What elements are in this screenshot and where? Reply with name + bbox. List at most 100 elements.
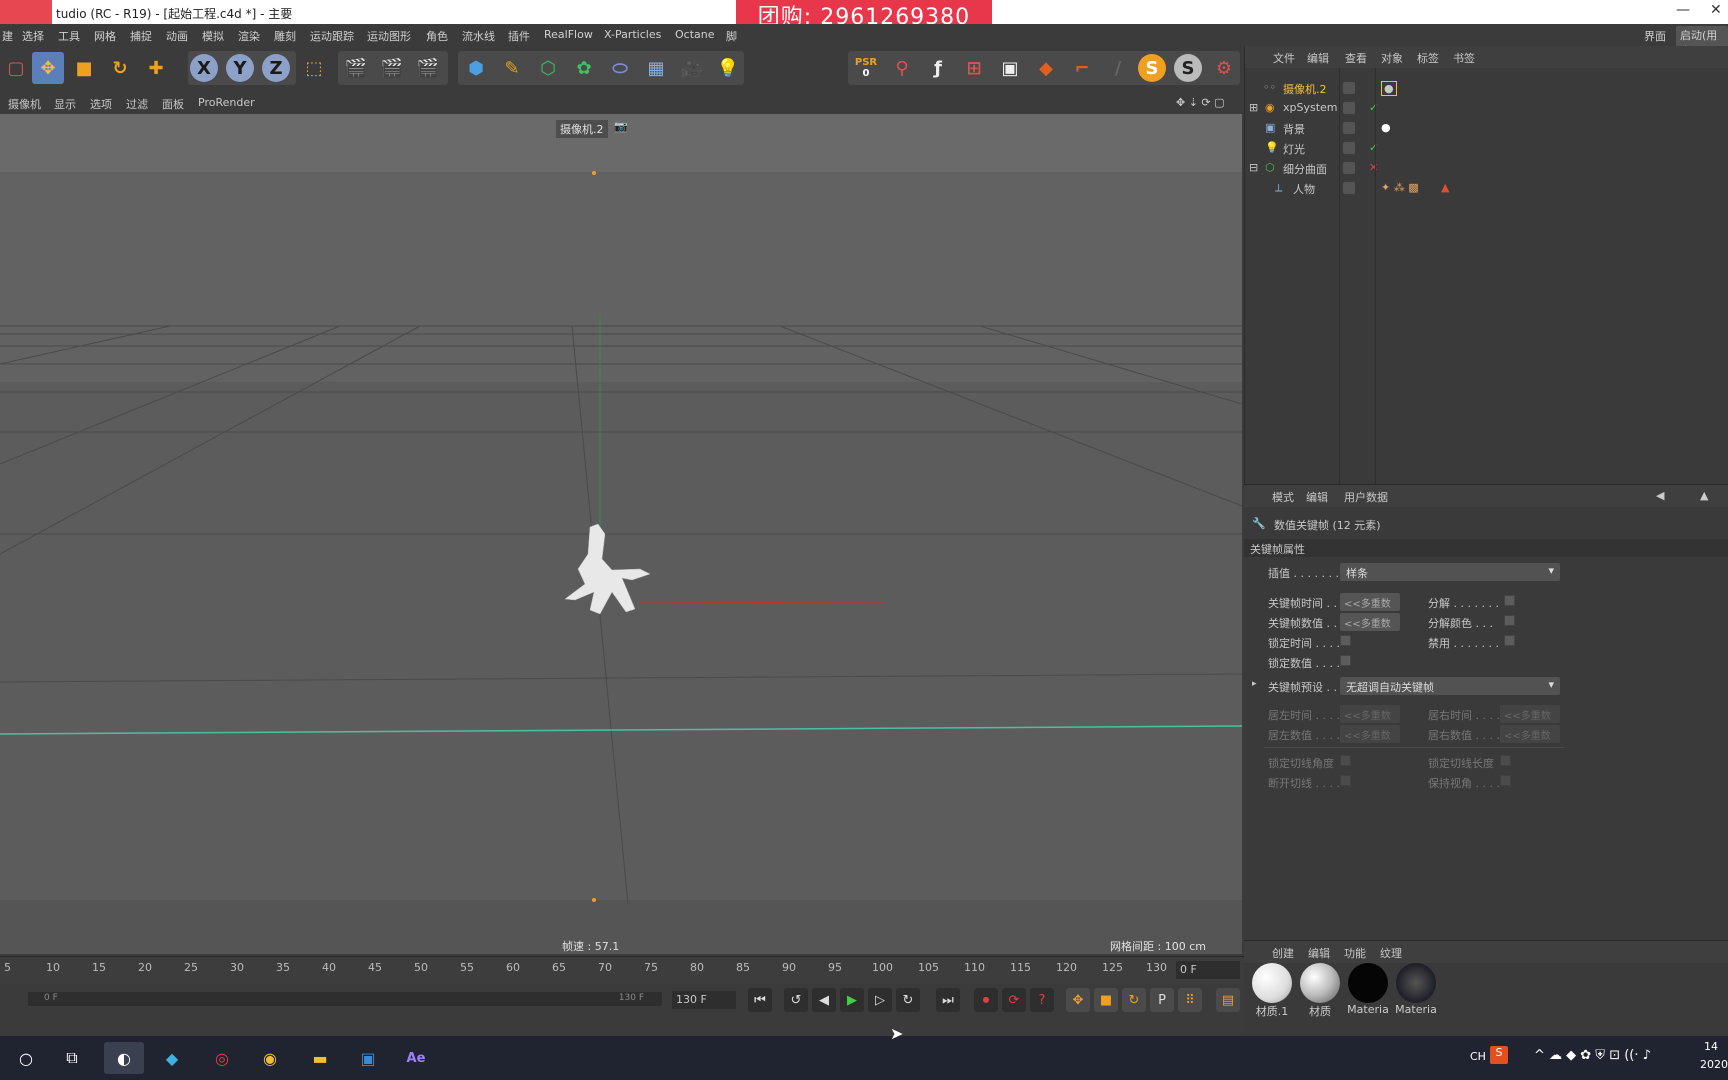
material-swatch[interactable]: Materia bbox=[1394, 963, 1438, 1023]
range-slider[interactable]: 0 F 130 F bbox=[28, 992, 662, 1006]
after-effects-icon[interactable]: Ae bbox=[396, 1042, 436, 1074]
enabled-check-icon[interactable]: ✓ bbox=[1369, 101, 1378, 114]
viewport-menu-item[interactable]: 显示 bbox=[54, 96, 76, 112]
render-settings-icon[interactable]: 🎬 bbox=[412, 52, 444, 84]
om-menu-item[interactable]: 标签 bbox=[1417, 50, 1439, 66]
paint-icon[interactable]: ◆ bbox=[1030, 52, 1062, 84]
layer-toggle-icon[interactable] bbox=[1343, 82, 1355, 94]
key-value-field[interactable]: <<多重数 bbox=[1340, 613, 1400, 631]
menu-item[interactable]: RealFlow bbox=[544, 28, 593, 41]
deformer-icon[interactable]: ⬭ bbox=[604, 52, 636, 84]
cinema4d-taskbar-icon[interactable]: ◐ bbox=[104, 1042, 144, 1074]
cube-icon[interactable]: ⬢ bbox=[460, 52, 492, 84]
menu-item[interactable]: 雕刻 bbox=[274, 28, 296, 44]
menu-item[interactable]: 模拟 bbox=[202, 28, 224, 44]
enabled-check-icon[interactable]: ✓ bbox=[1369, 141, 1378, 154]
key-time-field[interactable]: <<多重数 bbox=[1340, 593, 1400, 611]
tag-icons[interactable]: ✦ ⁂ ▩ bbox=[1381, 181, 1419, 194]
left-time-field[interactable]: <<多重数 bbox=[1340, 705, 1400, 723]
menu-item[interactable]: Octane bbox=[675, 28, 715, 41]
split-checkbox[interactable] bbox=[1504, 595, 1515, 606]
prev-frame-icon[interactable]: ◀ bbox=[812, 988, 836, 1012]
menu-item[interactable]: X-Particles bbox=[604, 28, 661, 41]
mm-menu-item[interactable]: 创建 bbox=[1272, 945, 1294, 961]
magnet-icon[interactable]: ⚲ bbox=[886, 52, 918, 84]
menu-item[interactable]: 运动跟踪 bbox=[310, 28, 354, 44]
axis-x-button[interactable]: X bbox=[190, 54, 218, 82]
xpresso-icon[interactable]: ƒ bbox=[922, 52, 954, 84]
keyframe-selection-icon[interactable]: ? bbox=[1030, 988, 1054, 1012]
disable-checkbox[interactable] bbox=[1504, 635, 1515, 646]
scale-icon[interactable]: ■ bbox=[68, 52, 100, 84]
key-rotation-icon[interactable]: ↻ bbox=[1122, 988, 1146, 1012]
key-position-icon[interactable]: ✥ bbox=[1066, 988, 1090, 1012]
play-icon[interactable]: ▶ bbox=[840, 988, 864, 1012]
material-swatch[interactable]: Materia bbox=[1346, 963, 1390, 1023]
up-arrow-icon[interactable]: ▲ bbox=[1700, 489, 1708, 502]
next-frame-icon[interactable]: ▷ bbox=[868, 988, 892, 1012]
menu-item[interactable]: 运动图形 bbox=[367, 28, 411, 44]
timeline-window-icon[interactable]: ▤ bbox=[1216, 988, 1240, 1012]
camera-icon[interactable]: 📷 bbox=[614, 120, 628, 133]
viewport-nav-icon[interactable]: ✥ ⇣ ⟳ ▢ bbox=[1176, 96, 1225, 109]
file-explorer-icon[interactable]: ▬ bbox=[300, 1042, 340, 1074]
settings-icon[interactable]: ⚙ bbox=[1208, 52, 1240, 84]
om-menu-item[interactable]: 文件 bbox=[1273, 50, 1295, 66]
menu-item[interactable]: 脚 bbox=[726, 28, 737, 44]
menu-item[interactable]: 插件 bbox=[508, 28, 530, 44]
layer-toggle-icon[interactable] bbox=[1343, 122, 1355, 134]
end-frame-field[interactable]: 130 F bbox=[672, 991, 736, 1009]
back-arrow-icon[interactable]: ◀ bbox=[1656, 489, 1664, 502]
left-value-field[interactable]: <<多重数 bbox=[1340, 725, 1400, 743]
viewport-menu-item[interactable]: 选项 bbox=[90, 96, 112, 112]
layer-toggle-icon[interactable] bbox=[1343, 102, 1355, 114]
timeline-ruler[interactable]: 5 10 15 20 25 30 35 40 45 50 55 60 65 70… bbox=[0, 956, 1244, 984]
menu-item[interactable]: 选择 bbox=[22, 28, 44, 44]
tray-icons[interactable]: ^ ☁ ◆ ✿ ⛨ ⊡ ((· ♪ bbox=[1534, 1048, 1651, 1063]
menu-item[interactable]: 建 bbox=[2, 28, 13, 44]
pen-icon[interactable]: ✎ bbox=[496, 52, 528, 84]
lock-time-checkbox[interactable] bbox=[1340, 635, 1351, 646]
material-tag-icon[interactable]: ● bbox=[1381, 121, 1391, 134]
axis-y-button[interactable]: Y bbox=[226, 54, 254, 82]
am-menu-item[interactable]: 用户数据 bbox=[1344, 489, 1388, 505]
camera-icon[interactable]: 🎥 bbox=[676, 52, 708, 84]
menu-item[interactable]: 渲染 bbox=[238, 28, 260, 44]
tag-icon[interactable]: ● bbox=[1381, 81, 1397, 96]
mograph-icon[interactable]: ✿ bbox=[568, 52, 600, 84]
layer-toggle-icon[interactable] bbox=[1343, 142, 1355, 154]
material-swatch[interactable]: 材质.1 bbox=[1250, 963, 1294, 1023]
render-picture-viewer-icon[interactable]: 🎬 bbox=[376, 52, 408, 84]
menu-item[interactable]: 网格 bbox=[94, 28, 116, 44]
expand-icon[interactable]: ⊞ bbox=[1249, 101, 1258, 114]
object-row[interactable]: ⊞ ◉ xpSystem ✓ bbox=[1245, 98, 1728, 118]
plugin-s-button[interactable]: S bbox=[1138, 54, 1166, 82]
menu-item[interactable]: 捕捉 bbox=[130, 28, 152, 44]
menu-item[interactable]: 动画 bbox=[166, 28, 188, 44]
render-view-icon[interactable]: 🎬 bbox=[340, 52, 372, 84]
layer-toggle-icon[interactable] bbox=[1343, 182, 1355, 194]
floor-icon[interactable]: ▦ bbox=[640, 52, 672, 84]
sketch-icon[interactable]: ▣ bbox=[994, 52, 1026, 84]
viewport-menu-item[interactable]: ProRender bbox=[198, 96, 255, 109]
split-color-checkbox[interactable] bbox=[1504, 615, 1515, 626]
menu-item[interactable]: 工具 bbox=[58, 28, 80, 44]
sogou-ime-icon[interactable]: S bbox=[1490, 1046, 1508, 1064]
expand-arrow-icon[interactable]: ▸ bbox=[1252, 679, 1257, 689]
psr-button[interactable]: PSR 0 bbox=[850, 52, 882, 84]
light-icon[interactable]: 💡 bbox=[712, 52, 744, 84]
material-swatch[interactable]: 材质 bbox=[1298, 963, 1342, 1023]
joint-icon[interactable]: / bbox=[1102, 52, 1134, 84]
disabled-x-icon[interactable]: ✕ bbox=[1369, 161, 1378, 174]
mm-menu-item[interactable]: 编辑 bbox=[1308, 945, 1330, 961]
plugin-s2-button[interactable]: S bbox=[1174, 54, 1202, 82]
right-value-field[interactable]: <<多重数 bbox=[1500, 725, 1560, 743]
object-row[interactable]: 💡 灯光 ✓ bbox=[1245, 138, 1728, 158]
minimize-button[interactable]: — bbox=[1676, 2, 1690, 18]
preset-select[interactable]: 无超调自动关键帧 bbox=[1340, 677, 1560, 695]
current-frame-field[interactable]: 0 F bbox=[1176, 961, 1240, 979]
viewport-menu-item[interactable]: 过滤 bbox=[126, 96, 148, 112]
am-menu-item[interactable]: 编辑 bbox=[1306, 489, 1328, 505]
search-icon[interactable]: ○ bbox=[6, 1042, 46, 1074]
lock-tangent-length-checkbox[interactable] bbox=[1500, 755, 1511, 766]
